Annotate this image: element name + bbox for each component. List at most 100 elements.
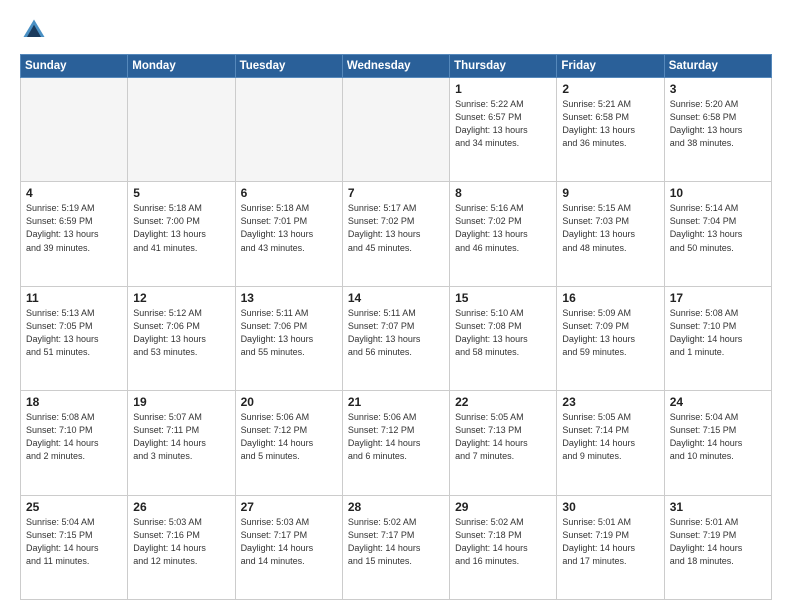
- weekday-header-thursday: Thursday: [450, 55, 557, 78]
- day-info: Sunrise: 5:11 AM Sunset: 7:07 PM Dayligh…: [348, 307, 444, 359]
- day-cell: 8Sunrise: 5:16 AM Sunset: 7:02 PM Daylig…: [450, 182, 557, 286]
- day-cell: 18 Sunrise: 5:08 AM Sunset: 7:10 PM Dayli…: [21, 391, 128, 495]
- day-number: 31: [670, 500, 766, 514]
- day-cell: 14 Sunrise: 5:11 AM Sunset: 7:07 PM Dayli…: [342, 286, 449, 390]
- logo: [20, 16, 52, 44]
- day-number: 17: [670, 291, 766, 305]
- day-info: Sunrise: 5:13 AM Sunset: 7:05 PM Dayligh…: [26, 307, 122, 359]
- day-cell: 2 Sunrise: 5:21 AM Sunset: 6:58 PM Daylig…: [557, 78, 664, 182]
- day-cell: 31 Sunrise: 5:01 AM Sunset: 7:19 PM Dayli…: [664, 495, 771, 599]
- day-info: Sunrise: 5:21 AM Sunset: 6:58 PM Dayligh…: [562, 98, 658, 150]
- weekday-header-wednesday: Wednesday: [342, 55, 449, 78]
- day-number: 7: [348, 186, 444, 200]
- day-number: 4: [26, 186, 122, 200]
- day-number: 3: [670, 82, 766, 96]
- day-cell: 16Sunrise: 5:09 AM Sunset: 7:09 PM Dayli…: [557, 286, 664, 390]
- weekday-header-friday: Friday: [557, 55, 664, 78]
- day-info: Sunrise: 5:22 AM Sunset: 6:57 PM Dayligh…: [455, 98, 551, 150]
- day-cell: 25 Sunrise: 5:04 AM Sunset: 7:15 PM Dayli…: [21, 495, 128, 599]
- weekday-header-monday: Monday: [128, 55, 235, 78]
- header: [20, 16, 772, 44]
- day-cell: 27 Sunrise: 5:03 AM Sunset: 7:17 PM Dayli…: [235, 495, 342, 599]
- day-number: 18: [26, 395, 122, 409]
- day-cell: 29Sunrise: 5:02 AM Sunset: 7:18 PM Dayli…: [450, 495, 557, 599]
- day-number: 30: [562, 500, 658, 514]
- day-number: 1: [455, 82, 551, 96]
- weekday-header-sunday: Sunday: [21, 55, 128, 78]
- day-cell: 30 Sunrise: 5:01 AM Sunset: 7:19 PM Dayli…: [557, 495, 664, 599]
- day-info: Sunrise: 5:09 AM Sunset: 7:09 PM Dayligh…: [562, 307, 658, 359]
- day-number: 19: [133, 395, 229, 409]
- day-number: 28: [348, 500, 444, 514]
- day-info: Sunrise: 5:08 AM Sunset: 7:10 PM Dayligh…: [670, 307, 766, 359]
- day-info: Sunrise: 5:11 AM Sunset: 7:06 PM Dayligh…: [241, 307, 337, 359]
- day-info: Sunrise: 5:03 AM Sunset: 7:17 PM Dayligh…: [241, 516, 337, 568]
- day-number: 25: [26, 500, 122, 514]
- day-cell: [342, 78, 449, 182]
- day-number: 13: [241, 291, 337, 305]
- day-info: Sunrise: 5:18 AM Sunset: 7:01 PM Dayligh…: [241, 202, 337, 254]
- day-number: 9: [562, 186, 658, 200]
- weekday-header-row: SundayMondayTuesdayWednesdayThursdayFrid…: [21, 55, 772, 78]
- day-cell: [21, 78, 128, 182]
- day-info: Sunrise: 5:07 AM Sunset: 7:11 PM Dayligh…: [133, 411, 229, 463]
- day-info: Sunrise: 5:06 AM Sunset: 7:12 PM Dayligh…: [241, 411, 337, 463]
- day-cell: 6 Sunrise: 5:18 AM Sunset: 7:01 PM Daylig…: [235, 182, 342, 286]
- day-cell: [235, 78, 342, 182]
- day-info: Sunrise: 5:01 AM Sunset: 7:19 PM Dayligh…: [562, 516, 658, 568]
- day-number: 5: [133, 186, 229, 200]
- day-info: Sunrise: 5:06 AM Sunset: 7:12 PM Dayligh…: [348, 411, 444, 463]
- day-cell: 17 Sunrise: 5:08 AM Sunset: 7:10 PM Dayli…: [664, 286, 771, 390]
- day-cell: 11 Sunrise: 5:13 AM Sunset: 7:05 PM Dayli…: [21, 286, 128, 390]
- day-cell: 10 Sunrise: 5:14 AM Sunset: 7:04 PM Dayli…: [664, 182, 771, 286]
- day-cell: 21 Sunrise: 5:06 AM Sunset: 7:12 PM Dayli…: [342, 391, 449, 495]
- day-cell: 24Sunrise: 5:04 AM Sunset: 7:15 PM Dayli…: [664, 391, 771, 495]
- calendar-table: SundayMondayTuesdayWednesdayThursdayFrid…: [20, 54, 772, 600]
- day-number: 14: [348, 291, 444, 305]
- day-info: Sunrise: 5:01 AM Sunset: 7:19 PM Dayligh…: [670, 516, 766, 568]
- day-cell: 3Sunrise: 5:20 AM Sunset: 6:58 PM Daylig…: [664, 78, 771, 182]
- week-row-3: 11 Sunrise: 5:13 AM Sunset: 7:05 PM Dayli…: [21, 286, 772, 390]
- day-cell: 4 Sunrise: 5:19 AM Sunset: 6:59 PM Daylig…: [21, 182, 128, 286]
- day-info: Sunrise: 5:04 AM Sunset: 7:15 PM Dayligh…: [670, 411, 766, 463]
- day-cell: 7Sunrise: 5:17 AM Sunset: 7:02 PM Daylig…: [342, 182, 449, 286]
- day-cell: [128, 78, 235, 182]
- day-number: 20: [241, 395, 337, 409]
- day-number: 12: [133, 291, 229, 305]
- day-cell: 9 Sunrise: 5:15 AM Sunset: 7:03 PM Daylig…: [557, 182, 664, 286]
- weekday-header-saturday: Saturday: [664, 55, 771, 78]
- day-number: 2: [562, 82, 658, 96]
- day-cell: 20 Sunrise: 5:06 AM Sunset: 7:12 PM Dayli…: [235, 391, 342, 495]
- day-cell: 15 Sunrise: 5:10 AM Sunset: 7:08 PM Dayli…: [450, 286, 557, 390]
- day-info: Sunrise: 5:03 AM Sunset: 7:16 PM Dayligh…: [133, 516, 229, 568]
- day-info: Sunrise: 5:02 AM Sunset: 7:17 PM Dayligh…: [348, 516, 444, 568]
- day-cell: 5Sunrise: 5:18 AM Sunset: 7:00 PM Daylig…: [128, 182, 235, 286]
- weekday-header-tuesday: Tuesday: [235, 55, 342, 78]
- week-row-4: 18 Sunrise: 5:08 AM Sunset: 7:10 PM Dayli…: [21, 391, 772, 495]
- day-cell: 22Sunrise: 5:05 AM Sunset: 7:13 PM Dayli…: [450, 391, 557, 495]
- day-cell: 19 Sunrise: 5:07 AM Sunset: 7:11 PM Dayli…: [128, 391, 235, 495]
- day-number: 10: [670, 186, 766, 200]
- day-number: 15: [455, 291, 551, 305]
- day-info: Sunrise: 5:12 AM Sunset: 7:06 PM Dayligh…: [133, 307, 229, 359]
- day-number: 21: [348, 395, 444, 409]
- day-number: 29: [455, 500, 551, 514]
- day-cell: 12 Sunrise: 5:12 AM Sunset: 7:06 PM Dayli…: [128, 286, 235, 390]
- day-number: 11: [26, 291, 122, 305]
- day-number: 27: [241, 500, 337, 514]
- day-number: 26: [133, 500, 229, 514]
- day-cell: 13 Sunrise: 5:11 AM Sunset: 7:06 PM Dayli…: [235, 286, 342, 390]
- day-number: 23: [562, 395, 658, 409]
- day-info: Sunrise: 5:14 AM Sunset: 7:04 PM Dayligh…: [670, 202, 766, 254]
- day-info: Sunrise: 5:04 AM Sunset: 7:15 PM Dayligh…: [26, 516, 122, 568]
- day-cell: 28 Sunrise: 5:02 AM Sunset: 7:17 PM Dayli…: [342, 495, 449, 599]
- day-info: Sunrise: 5:16 AM Sunset: 7:02 PM Dayligh…: [455, 202, 551, 254]
- day-info: Sunrise: 5:05 AM Sunset: 7:13 PM Dayligh…: [455, 411, 551, 463]
- day-cell: 1 Sunrise: 5:22 AM Sunset: 6:57 PM Daylig…: [450, 78, 557, 182]
- week-row-1: 1 Sunrise: 5:22 AM Sunset: 6:57 PM Daylig…: [21, 78, 772, 182]
- day-info: Sunrise: 5:19 AM Sunset: 6:59 PM Dayligh…: [26, 202, 122, 254]
- day-info: Sunrise: 5:15 AM Sunset: 7:03 PM Dayligh…: [562, 202, 658, 254]
- day-number: 6: [241, 186, 337, 200]
- day-info: Sunrise: 5:10 AM Sunset: 7:08 PM Dayligh…: [455, 307, 551, 359]
- day-info: Sunrise: 5:08 AM Sunset: 7:10 PM Dayligh…: [26, 411, 122, 463]
